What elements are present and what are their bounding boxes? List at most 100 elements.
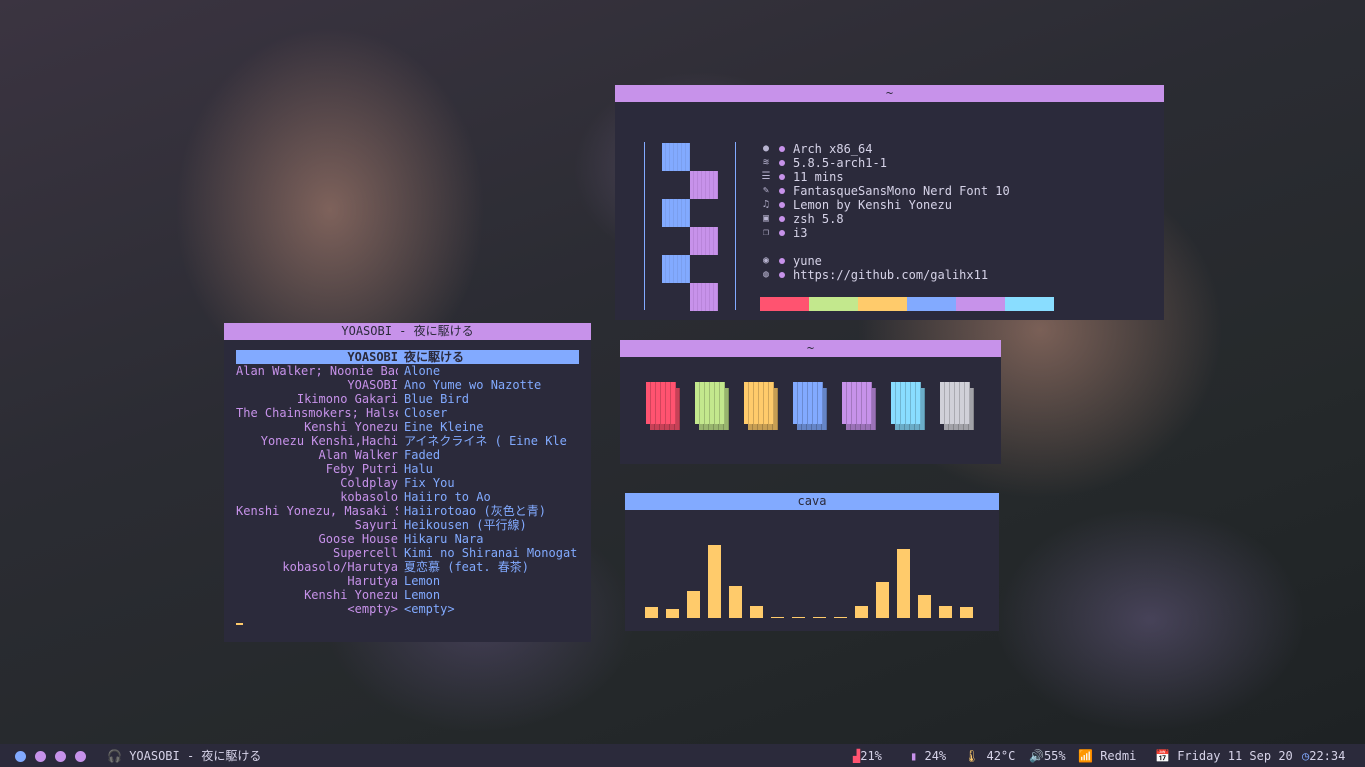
spectrum-bar (666, 609, 679, 618)
spectrum-bar (813, 617, 826, 618)
track-artist: <empty> (347, 602, 398, 616)
logo-divider-line (735, 142, 736, 310)
wifi-module[interactable]: 📶 Redmi (1078, 748, 1136, 764)
track-title: Halu (404, 462, 433, 476)
track-artist: Alan Walker (318, 448, 398, 462)
playlist-row[interactable]: Kenshi Yonezu, Masaki S Haiirotoao (灰色と青) (236, 504, 579, 518)
playlist-row[interactable]: kobasolo Haiiro to Ao (236, 490, 579, 504)
info-row: ✎ FantasqueSansMono Nerd Font 10 (759, 184, 1010, 198)
music-player-window[interactable]: YOASOBI - 夜に駆ける YOASOBI 夜に駆ける Alan Walker;… (224, 323, 591, 642)
info-text: zsh 5.8 (793, 212, 844, 226)
bullet-dot (779, 216, 785, 222)
volume-module[interactable]: 🔊55% (1029, 748, 1066, 764)
logo-block (690, 283, 718, 311)
playlist-row[interactable]: Supercell Kimi no Shiranai Monogata (236, 546, 579, 560)
spectrum-bar (645, 607, 658, 618)
color-block (842, 382, 876, 430)
spectrum-bar (729, 586, 742, 618)
spectrum-bar (834, 617, 847, 618)
neofetch-terminal-window[interactable]: ~ ● Arch x86_64 ≋ 5.8.5-arch1-1 ☰ 11 mins ✎ Fan… (615, 85, 1164, 320)
playlist-row[interactable]: Alan Walker Faded (236, 448, 579, 462)
spectrum-bar (855, 606, 868, 618)
color-block (793, 382, 827, 430)
track-artist: Kenshi Yonezu (304, 420, 398, 434)
playlist-row[interactable]: YOASOBI Ano Yume wo Nazotte (236, 378, 579, 392)
penguin-icon: ● (762, 143, 770, 154)
track-artist: Coldplay (340, 476, 398, 490)
spectrum-bar (771, 617, 784, 618)
playlist-row[interactable]: Coldplay Fix You (236, 476, 579, 490)
playlist-row[interactable]: Goose House Hikaru Nara (236, 532, 579, 546)
window-title: ~ (620, 340, 1001, 357)
playlist-row[interactable]: Kenshi Yonezu Lemon (236, 588, 579, 602)
playlist[interactable]: YOASOBI 夜に駆ける Alan Walker; Noonie Bao Alone… (224, 340, 591, 616)
playlist-row[interactable]: Sayuri Heikousen (平行線) (236, 518, 579, 532)
track-artist: Ikimono Gakari (296, 392, 398, 406)
track-title: Haiiro to Ao (404, 490, 491, 504)
playlist-row[interactable]: Yonezu Kenshi,Hachi アイネクライネ ( Eine Kle (236, 434, 579, 448)
cava-visualizer-window[interactable]: cava (625, 493, 999, 631)
info-text: 5.8.5-arch1-1 (793, 156, 887, 170)
playlist-row[interactable]: Feby Putri Halu (236, 462, 579, 476)
palette-swatch (760, 297, 809, 311)
layers-icon: ≋ (762, 157, 770, 168)
date-value: Friday 11 Sep 20 (1177, 749, 1293, 763)
track-artist: Yonezu Kenshi,Hachi (260, 434, 398, 448)
info-text: Lemon by Kenshi Yonezu (793, 198, 952, 212)
text-cursor (236, 623, 243, 625)
track-title: <empty> (404, 602, 455, 616)
track-title: Fix You (404, 476, 455, 490)
spectrum-bar (687, 591, 700, 618)
info-text: https://github.com/galihx11 (793, 268, 989, 282)
info-row (759, 240, 1010, 254)
color-blocks-window[interactable]: ~ (620, 340, 1001, 464)
terminal-icon: ▣ (762, 213, 770, 224)
workspace-dot[interactable] (75, 751, 86, 762)
logo-block (662, 143, 690, 171)
color-block (940, 382, 974, 430)
github-icon: ◍ (762, 269, 770, 280)
playlist-row[interactable]: Alan Walker; Noonie Bao Alone (236, 364, 579, 378)
track-title: 夜に駆ける (404, 350, 465, 364)
playlist-row[interactable]: kobasolo/Harutya 夏恋慕 (feat. 春茶) (236, 560, 579, 574)
workspace-dot[interactable] (15, 751, 26, 762)
palette-swatch (956, 297, 1005, 311)
playlist-row[interactable]: Ikimono Gakari Blue Bird (236, 392, 579, 406)
bullet-dot (779, 258, 785, 264)
memory-icon: ▮ (910, 749, 918, 763)
info-row: ◍ https://github.com/galihx11 (759, 268, 1010, 282)
bullet-dot (779, 146, 785, 152)
color-block (695, 382, 729, 430)
playlist-row-selected[interactable]: YOASOBI 夜に駆ける (236, 350, 579, 364)
wifi-icon: 📶 (1078, 749, 1093, 763)
info-row: ❐ i3 (759, 226, 1010, 240)
track-artist: kobasolo/Harutya (282, 560, 398, 574)
playlist-row[interactable]: Harutya Lemon (236, 574, 579, 588)
cpu-module: ▟21% (853, 748, 882, 764)
info-row: ▣ zsh 5.8 (759, 212, 1010, 226)
playlist-row[interactable]: <empty> <empty> (236, 602, 579, 616)
playlist-row[interactable]: The Chainsmokers; Halse Closer (236, 406, 579, 420)
logo-block (690, 227, 718, 255)
workspace-dot[interactable] (35, 751, 46, 762)
bullet-dot (779, 230, 785, 236)
track-title: Faded (404, 448, 441, 462)
track-title: Kimi no Shiranai Monogata (404, 546, 578, 560)
workspace-dot[interactable] (55, 751, 66, 762)
now-playing-module[interactable]: 🎧 YOASOBI - 夜に駆ける (107, 748, 261, 764)
track-title: Haiirotoao (灰色と青) (404, 504, 546, 518)
uptime-icon: ☰ (761, 171, 771, 182)
spectrum-bar (939, 606, 952, 618)
color-block (744, 382, 778, 430)
system-info-list: ● Arch x86_64 ≋ 5.8.5-arch1-1 ☰ 11 mins ✎ Fanta… (759, 142, 1010, 282)
palette-swatch (1005, 297, 1054, 311)
time-value: 22:34 (1309, 749, 1346, 763)
temperature-value: 42°C (986, 749, 1016, 763)
spectrum-bar (897, 549, 910, 618)
track-artist: Harutya (347, 574, 398, 588)
playlist-row[interactable]: Kenshi Yonezu Eine Kleine (236, 420, 579, 434)
track-title: Closer (404, 406, 448, 420)
color-palette (760, 297, 1054, 311)
track-artist: Kenshi Yonezu (304, 588, 398, 602)
memory-value: 24% (924, 749, 947, 763)
